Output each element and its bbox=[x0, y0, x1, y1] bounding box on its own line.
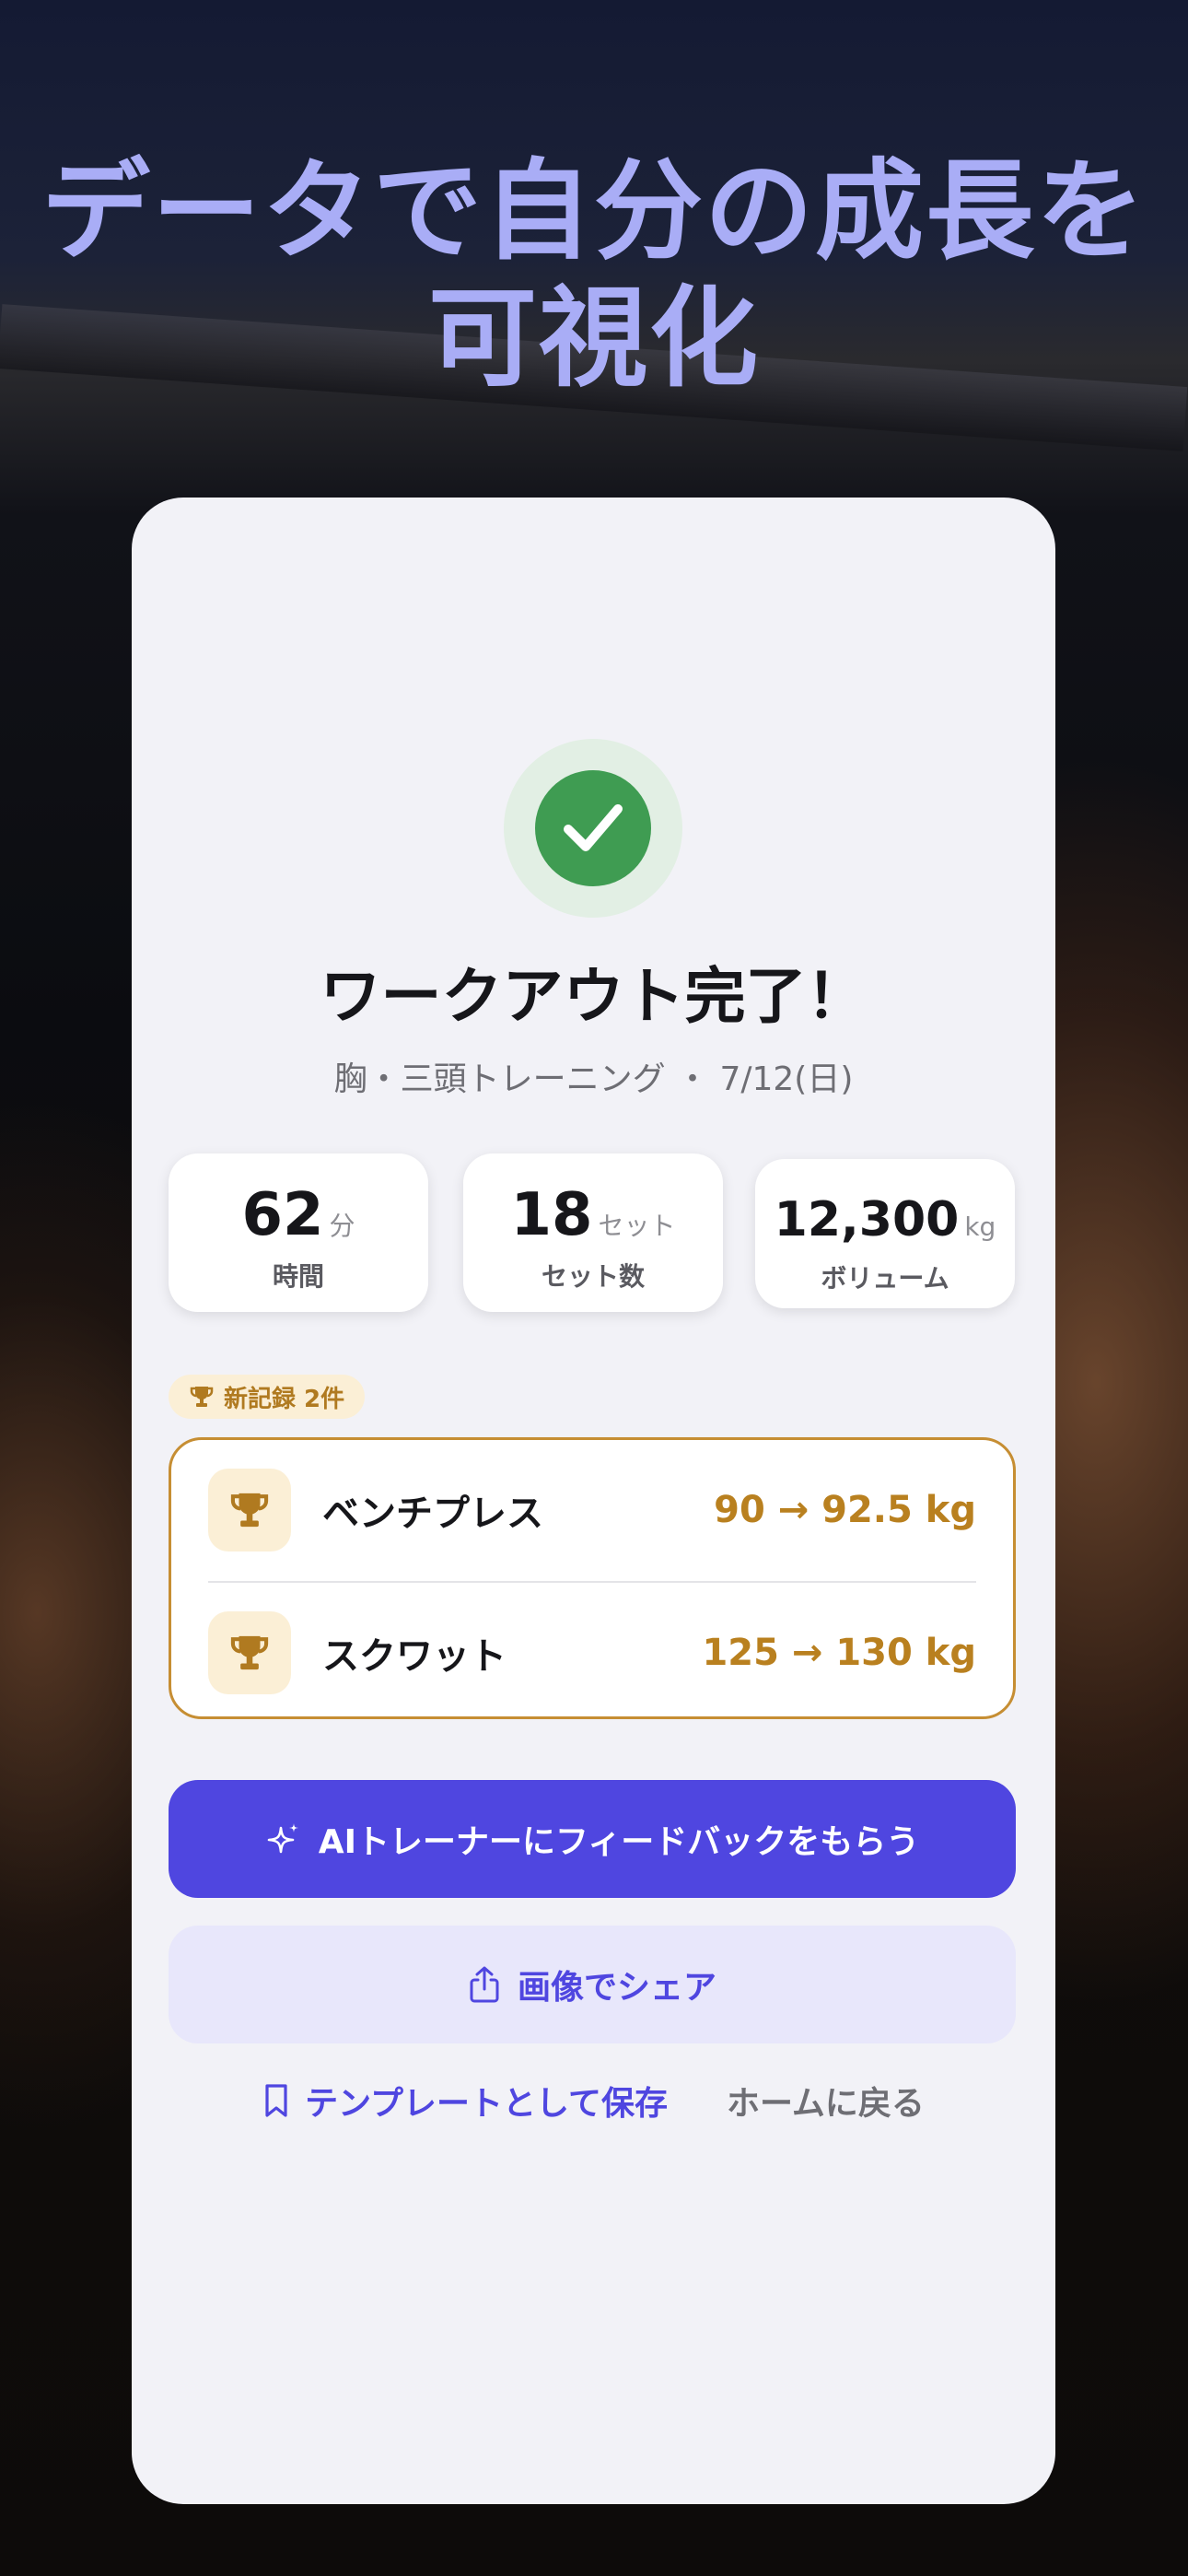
record-row: スクワット 125 → 130 kg bbox=[208, 1583, 976, 1723]
stat-value: 12,300 bbox=[774, 1192, 960, 1247]
sparkle-icon bbox=[265, 1821, 302, 1857]
trophy-icon bbox=[208, 1611, 291, 1694]
stat-value: 18 bbox=[510, 1181, 593, 1249]
workout-summary-card: ワークアウト完了！ 胸・三頭トレーニング ・ 7/12(日) 62 分 時間 18… bbox=[132, 498, 1055, 2504]
headline-line-2: 可視化 bbox=[427, 275, 760, 402]
ai-feedback-button[interactable]: AIトレーナーにフィードバックをもらう bbox=[169, 1780, 1016, 1898]
workout-subtitle: 胸・三頭トレーニング ・ 7/12(日) bbox=[333, 1060, 854, 1098]
stat-label: ボリューム bbox=[821, 1263, 949, 1294]
completion-title: ワークアウト完了！ bbox=[320, 961, 868, 1032]
stat-duration: 62 分 時間 bbox=[169, 1153, 428, 1312]
new-records-label: 新記録 2件 bbox=[224, 1385, 345, 1413]
stat-sets: 18 セット セット数 bbox=[463, 1153, 723, 1312]
trophy-icon bbox=[208, 1469, 291, 1551]
share-label: 画像でシェア bbox=[517, 1969, 716, 2007]
stat-unit: セット bbox=[598, 1211, 676, 1241]
new-records-badge: 新記録 2件 bbox=[169, 1375, 366, 1419]
bookmark-icon bbox=[262, 2082, 290, 2119]
record-exercise-name: ベンチプレス bbox=[322, 1493, 543, 1535]
save-template-label: テンプレートとして保存 bbox=[305, 2085, 668, 2123]
record-value: 90 → 92.5 kg bbox=[714, 1489, 976, 1531]
stat-unit: 分 bbox=[329, 1211, 355, 1241]
success-indicator bbox=[504, 739, 682, 918]
share-image-button[interactable]: 画像でシェア bbox=[169, 1926, 1016, 2043]
share-icon bbox=[468, 1965, 501, 2004]
headline-line-1: データで自分の成長を bbox=[41, 147, 1147, 275]
stat-label: セット数 bbox=[541, 1261, 645, 1292]
personal-records-list: ベンチプレス 90 → 92.5 kg スクワット 125 → 130 kg bbox=[169, 1437, 1016, 1719]
stat-volume: 12,300 kg ボリューム bbox=[755, 1159, 1015, 1308]
check-icon bbox=[535, 770, 651, 886]
stat-value: 62 bbox=[241, 1181, 324, 1249]
record-exercise-name: スクワット bbox=[322, 1635, 507, 1678]
stat-unit: kg bbox=[964, 1212, 996, 1242]
record-value: 125 → 130 kg bbox=[702, 1632, 976, 1674]
save-template-link[interactable]: テンプレートとして保存 bbox=[262, 2077, 668, 2125]
record-row: ベンチプレス 90 → 92.5 kg bbox=[208, 1440, 976, 1580]
ai-feedback-label: AIトレーナーにフィードバックをもらう bbox=[318, 1823, 920, 1861]
trophy-icon bbox=[189, 1384, 215, 1410]
home-link[interactable]: ホームに戻る bbox=[727, 2077, 925, 2125]
stat-label: 時間 bbox=[272, 1261, 324, 1292]
secondary-links: テンプレートとして保存 ホームに戻る bbox=[132, 2073, 1055, 2128]
promo-headline: データで自分の成長を 可視化 bbox=[0, 147, 1188, 402]
